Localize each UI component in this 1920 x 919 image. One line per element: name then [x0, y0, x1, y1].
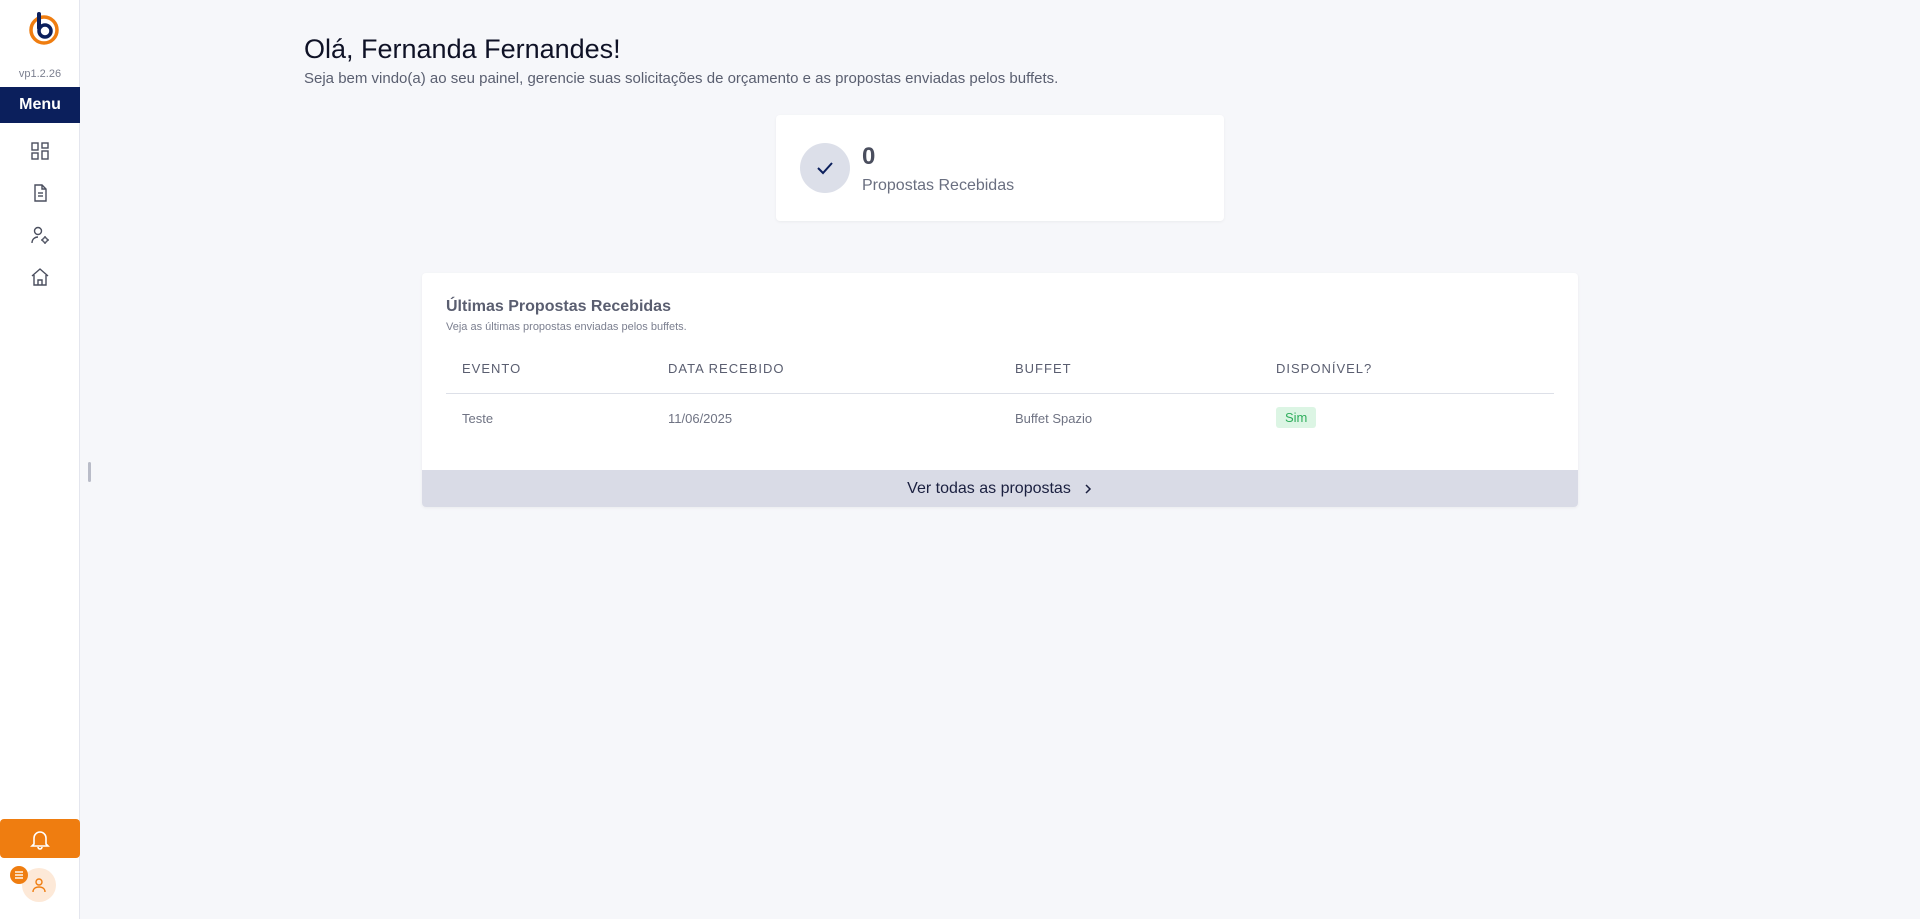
- column-header-data: DATA RECEBIDO: [668, 361, 785, 376]
- document-icon[interactable]: [29, 182, 51, 204]
- column-header-evento: EVENTO: [462, 361, 522, 376]
- proposals-stat-card: 0 Propostas Recebidas: [776, 115, 1224, 221]
- chevron-right-icon: [1085, 483, 1091, 494]
- stat-value: 0: [862, 143, 876, 170]
- user-menu[interactable]: [10, 866, 60, 906]
- column-header-buffet: BUFFET: [1015, 361, 1072, 376]
- table-divider: [446, 393, 1554, 394]
- notifications-button[interactable]: [0, 819, 80, 858]
- panel-subtitle: Veja as últimas propostas enviadas pelos…: [446, 321, 687, 333]
- bell-icon: [30, 830, 50, 850]
- cell-evento: Teste: [462, 411, 494, 426]
- list-icon[interactable]: [10, 866, 28, 884]
- app-version: vp1.2.26: [18, 68, 62, 80]
- see-all-proposals-button[interactable]: Ver todas as propostas: [422, 470, 1578, 507]
- user-icon: [32, 878, 46, 893]
- user-settings-icon[interactable]: [29, 224, 51, 246]
- column-header-disponivel: DISPONÍVEL?: [1276, 361, 1373, 376]
- cell-data: 11/06/2025: [668, 411, 733, 426]
- menu-header[interactable]: Menu: [0, 87, 80, 123]
- see-all-label: Ver todas as propostas: [907, 479, 1071, 497]
- latest-proposals-panel: Últimas Propostas Recebidas Veja as últi…: [422, 273, 1578, 507]
- sidebar-resize-handle[interactable]: [88, 462, 91, 482]
- app-logo-icon[interactable]: [27, 10, 61, 46]
- cell-buffet: Buffet Spazio: [1015, 411, 1093, 426]
- page-title: Olá, Fernanda Fernandes!: [304, 34, 621, 64]
- check-icon: [800, 143, 850, 193]
- home-icon[interactable]: [29, 266, 51, 288]
- status-badge: Sim: [1276, 407, 1317, 428]
- sidebar: vp1.2.26 Menu: [0, 0, 80, 919]
- dashboard-icon[interactable]: [29, 140, 51, 162]
- page-subtitle: Seja bem vindo(a) ao seu painel, gerenci…: [304, 70, 1059, 87]
- panel-title: Últimas Propostas Recebidas: [446, 298, 671, 315]
- stat-label: Propostas Recebidas: [862, 177, 1015, 194]
